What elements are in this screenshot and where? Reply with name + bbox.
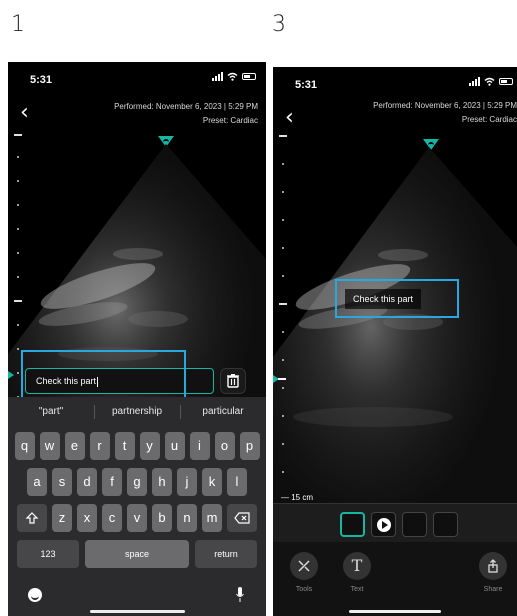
- key[interactable]: q: [14, 432, 35, 460]
- step-number-3: 3: [272, 12, 286, 37]
- depth-readout: — 15 cm: [281, 493, 314, 502]
- text-label: Text: [350, 586, 364, 593]
- suggestion-item[interactable]: partnership: [94, 397, 180, 427]
- key[interactable]: o: [214, 432, 235, 460]
- key[interactable]: d: [77, 468, 97, 496]
- key[interactable]: j: [177, 468, 197, 496]
- depth-marker-line: [278, 378, 286, 380]
- key-row-4: 123 space return: [8, 540, 266, 568]
- key[interactable]: m: [202, 504, 222, 532]
- emoji-icon[interactable]: [28, 588, 42, 602]
- backspace-key[interactable]: [227, 504, 257, 532]
- depth-scale: [277, 135, 289, 485]
- battery-icon: [242, 73, 256, 80]
- back-chevron-icon[interactable]: ‹: [285, 105, 294, 130]
- status-bar: 5:31: [273, 67, 517, 93]
- preset-label: Preset: Cardiac: [461, 115, 517, 124]
- home-indicator: [349, 610, 441, 613]
- key[interactable]: e: [64, 432, 85, 460]
- key[interactable]: p: [239, 432, 260, 460]
- key[interactable]: l: [227, 468, 247, 496]
- text-tool-button[interactable]: T: [343, 552, 371, 580]
- numbers-key[interactable]: 123: [17, 540, 79, 568]
- key[interactable]: z: [52, 504, 72, 532]
- tools-button[interactable]: [290, 552, 318, 580]
- step-number-1: 1: [11, 12, 25, 37]
- space-key[interactable]: space: [85, 540, 189, 568]
- backspace-icon: [234, 512, 250, 524]
- status-time: 5:31: [295, 79, 318, 91]
- key[interactable]: v: [127, 504, 147, 532]
- signal-icon: [469, 77, 480, 86]
- status-indicators: [212, 72, 256, 81]
- suggestion-item[interactable]: particular: [180, 397, 266, 427]
- thumbnail-video[interactable]: [371, 512, 396, 537]
- back-chevron-icon[interactable]: ‹: [20, 100, 29, 125]
- exam-meta: Performed: November 6, 2023 | 5:29 PM Pr…: [373, 99, 517, 127]
- key[interactable]: n: [177, 504, 197, 532]
- performed-date: Performed: November 6, 2023 | 5:29 PM: [114, 102, 258, 111]
- key[interactable]: x: [77, 504, 97, 532]
- highlight-box: [335, 279, 459, 318]
- suggestion-item[interactable]: "part": [8, 397, 94, 427]
- key[interactable]: s: [52, 468, 72, 496]
- battery-icon: [499, 78, 513, 85]
- key[interactable]: c: [102, 504, 122, 532]
- key[interactable]: w: [39, 432, 60, 460]
- ultrasound-image: [273, 147, 517, 507]
- return-key[interactable]: return: [195, 540, 257, 568]
- status-time: 5:31: [30, 74, 53, 86]
- preset-label: Preset: Cardiac: [202, 116, 258, 125]
- keyboard: "part" partnership particular q w e r t …: [8, 397, 266, 616]
- status-indicators: [469, 77, 513, 86]
- phone-screen-annotated: 5:31 ‹ Performed: November 6, 2023 | 5:2…: [273, 67, 517, 616]
- key[interactable]: r: [89, 432, 110, 460]
- bottom-toolbar: Tools T Text Share: [273, 542, 517, 616]
- key[interactable]: a: [27, 468, 47, 496]
- key[interactable]: t: [114, 432, 135, 460]
- wifi-icon: [227, 72, 238, 81]
- key[interactable]: k: [202, 468, 222, 496]
- thumbnail-selected[interactable]: [340, 512, 365, 537]
- exam-meta: Performed: November 6, 2023 | 5:29 PM Pr…: [114, 100, 258, 128]
- thumbnail[interactable]: [433, 512, 458, 537]
- suggestion-bar: "part" partnership particular: [8, 397, 266, 427]
- wifi-icon: [484, 77, 495, 86]
- key-row-1: q w e r t y u i o p: [8, 432, 266, 460]
- key[interactable]: i: [189, 432, 210, 460]
- key[interactable]: u: [164, 432, 185, 460]
- home-indicator: [90, 610, 185, 613]
- depth-marker[interactable]: [8, 371, 14, 379]
- phone-screen-editing: 5:31 ‹ Performed: November 6, 2023 | 5:2…: [8, 62, 266, 616]
- tools-icon: [298, 560, 310, 572]
- thumbnail[interactable]: [402, 512, 427, 537]
- key[interactable]: f: [102, 468, 122, 496]
- share-icon: [488, 559, 498, 573]
- trash-button[interactable]: [220, 368, 246, 394]
- share-button[interactable]: [479, 552, 507, 580]
- text-icon: T: [351, 556, 363, 575]
- shift-icon: [25, 512, 39, 524]
- thumbnail-strip: [273, 503, 517, 543]
- key[interactable]: g: [127, 468, 147, 496]
- status-bar: 5:31: [8, 62, 266, 88]
- key-row-3: z x c v b n m: [8, 504, 266, 532]
- play-icon: [377, 518, 391, 532]
- tools-label: Tools: [295, 586, 313, 593]
- signal-icon: [212, 72, 223, 81]
- share-label: Share: [483, 586, 503, 593]
- performed-date: Performed: November 6, 2023 | 5:29 PM: [373, 101, 517, 110]
- microphone-icon[interactable]: [236, 587, 244, 603]
- key[interactable]: y: [139, 432, 160, 460]
- trash-icon: [227, 374, 239, 388]
- key[interactable]: b: [152, 504, 172, 532]
- key-row-2: a s d f g h j k l: [8, 468, 266, 496]
- shift-key[interactable]: [17, 504, 47, 532]
- key[interactable]: h: [152, 468, 172, 496]
